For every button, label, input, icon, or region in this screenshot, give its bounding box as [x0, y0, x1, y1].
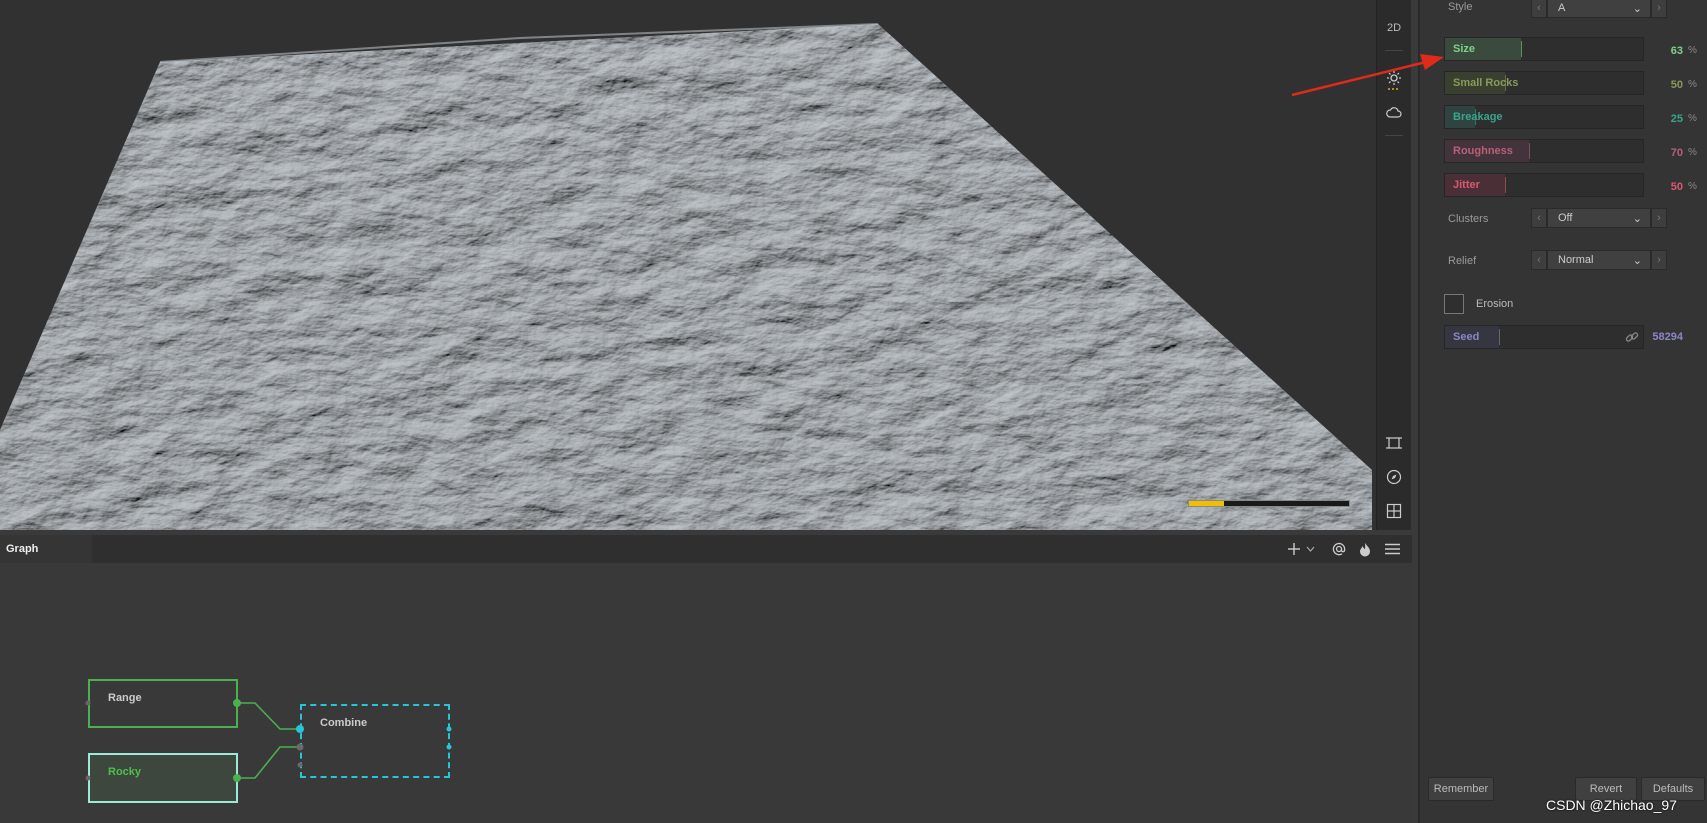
menu-icon[interactable] [1381, 535, 1403, 563]
chevron-down-icon[interactable] [1304, 535, 1316, 563]
output-port[interactable] [446, 726, 452, 732]
slider-label: Breakage [1453, 111, 1503, 123]
slider-breakage[interactable]: Breakage [1444, 105, 1644, 129]
style-value: A [1558, 2, 1566, 14]
chevron-right-icon[interactable]: › [1651, 0, 1667, 18]
sun-icon[interactable] [1377, 65, 1411, 95]
erosion-label: Erosion [1476, 298, 1514, 310]
properties-panel: Style ‹ A ⌄ › Size 63% Small Rocks 50% Break… [1418, 0, 1707, 823]
clusters-dropdown[interactable]: ‹ Off ⌄ › [1531, 208, 1667, 228]
tab-graph[interactable]: Graph [0, 535, 92, 563]
plus-icon[interactable] [1284, 535, 1304, 563]
relief-select[interactable]: Normal ⌄ [1547, 250, 1651, 270]
chevron-right-icon[interactable]: › [1651, 250, 1667, 270]
flame-icon[interactable] [1355, 535, 1375, 563]
scale-bar-fill [1189, 501, 1225, 506]
slider-unit: % [1688, 79, 1697, 90]
at-icon[interactable] [1328, 535, 1350, 563]
slider-value[interactable]: 50 [1653, 79, 1683, 91]
slider-value[interactable]: 25 [1653, 113, 1683, 125]
relief-value: Normal [1558, 254, 1594, 266]
remember-button[interactable]: Remember [1428, 777, 1494, 801]
relief-dropdown[interactable]: ‹ Normal ⌄ › [1531, 250, 1667, 270]
chevron-left-icon[interactable]: ‹ [1531, 250, 1547, 270]
input-port[interactable] [296, 743, 304, 751]
seed-slider-marker [1499, 329, 1500, 345]
slider-value[interactable]: 70 [1653, 147, 1683, 159]
output-port[interactable] [233, 699, 241, 707]
style-dropdown[interactable]: ‹ A ⌄ › [1531, 0, 1667, 18]
slider-value[interactable]: 50 [1653, 181, 1683, 193]
output-port[interactable] [233, 774, 241, 782]
output-port[interactable] [446, 744, 452, 750]
terrain-render [0, 23, 1372, 530]
slider-unit: % [1688, 45, 1697, 56]
scale-bar [1188, 500, 1350, 507]
grid-icon[interactable] [1377, 496, 1411, 526]
input-port[interactable] [297, 762, 303, 768]
relief-label: Relief [1448, 255, 1477, 267]
slider-unit: % [1688, 113, 1697, 124]
slider-marker [1520, 41, 1522, 57]
slider-marker [1529, 143, 1530, 159]
slider-marker [1505, 177, 1506, 193]
toolbar-divider [1385, 50, 1403, 51]
cloud-icon[interactable] [1377, 97, 1411, 127]
seed-slider[interactable]: Seed [1444, 325, 1644, 349]
2d-toggle-button[interactable]: 2D [1377, 13, 1411, 43]
compass-icon[interactable] [1377, 462, 1411, 492]
viewport-toolbar: 2D [1376, 0, 1411, 530]
toolbar-divider [1385, 135, 1403, 136]
chevron-left-icon[interactable]: ‹ [1531, 0, 1547, 18]
slider-unit: % [1688, 181, 1697, 192]
slider-label: Roughness [1453, 145, 1513, 157]
clusters-label: Clusters [1448, 213, 1489, 225]
clusters-value: Off [1558, 212, 1573, 224]
style-label: Style [1448, 1, 1473, 13]
slider-roughness[interactable]: Roughness [1444, 139, 1644, 163]
slider-label: Size [1453, 43, 1476, 55]
chevron-left-icon[interactable]: ‹ [1531, 208, 1547, 228]
input-port[interactable] [296, 725, 304, 733]
chevron-down-icon: ⌄ [1632, 254, 1642, 267]
input-port[interactable] [85, 700, 91, 706]
slider-value[interactable]: 63 [1653, 45, 1683, 57]
graph-canvas[interactable]: Range Rocky Combine [0, 563, 1412, 823]
slider-label: Small Rocks [1453, 77, 1519, 89]
style-select[interactable]: A ⌄ [1547, 0, 1651, 18]
frame-icon[interactable] [1377, 428, 1411, 458]
slider-small-rocks[interactable]: Small Rocks [1444, 71, 1644, 95]
clusters-select[interactable]: Off ⌄ [1547, 208, 1651, 228]
chevron-right-icon[interactable]: › [1651, 208, 1667, 228]
slider-jitter[interactable]: Jitter [1444, 173, 1644, 197]
slider-label: Jitter [1453, 179, 1480, 191]
chevron-down-icon: ⌄ [1632, 2, 1642, 15]
chevron-down-icon: ⌄ [1632, 212, 1642, 225]
seed-value[interactable]: 58294 [1631, 331, 1683, 343]
slider-size[interactable]: Size [1444, 37, 1644, 61]
erosion-checkbox[interactable] [1444, 294, 1464, 314]
3d-viewport[interactable] [0, 0, 1376, 530]
graph-header: Graph [0, 535, 1412, 563]
watermark: CSDN @Zhichao_97 [1546, 797, 1677, 813]
graph-ports [85, 699, 452, 782]
slider-unit: % [1688, 147, 1697, 158]
input-port[interactable] [85, 775, 91, 781]
seed-label: Seed [1453, 331, 1480, 343]
